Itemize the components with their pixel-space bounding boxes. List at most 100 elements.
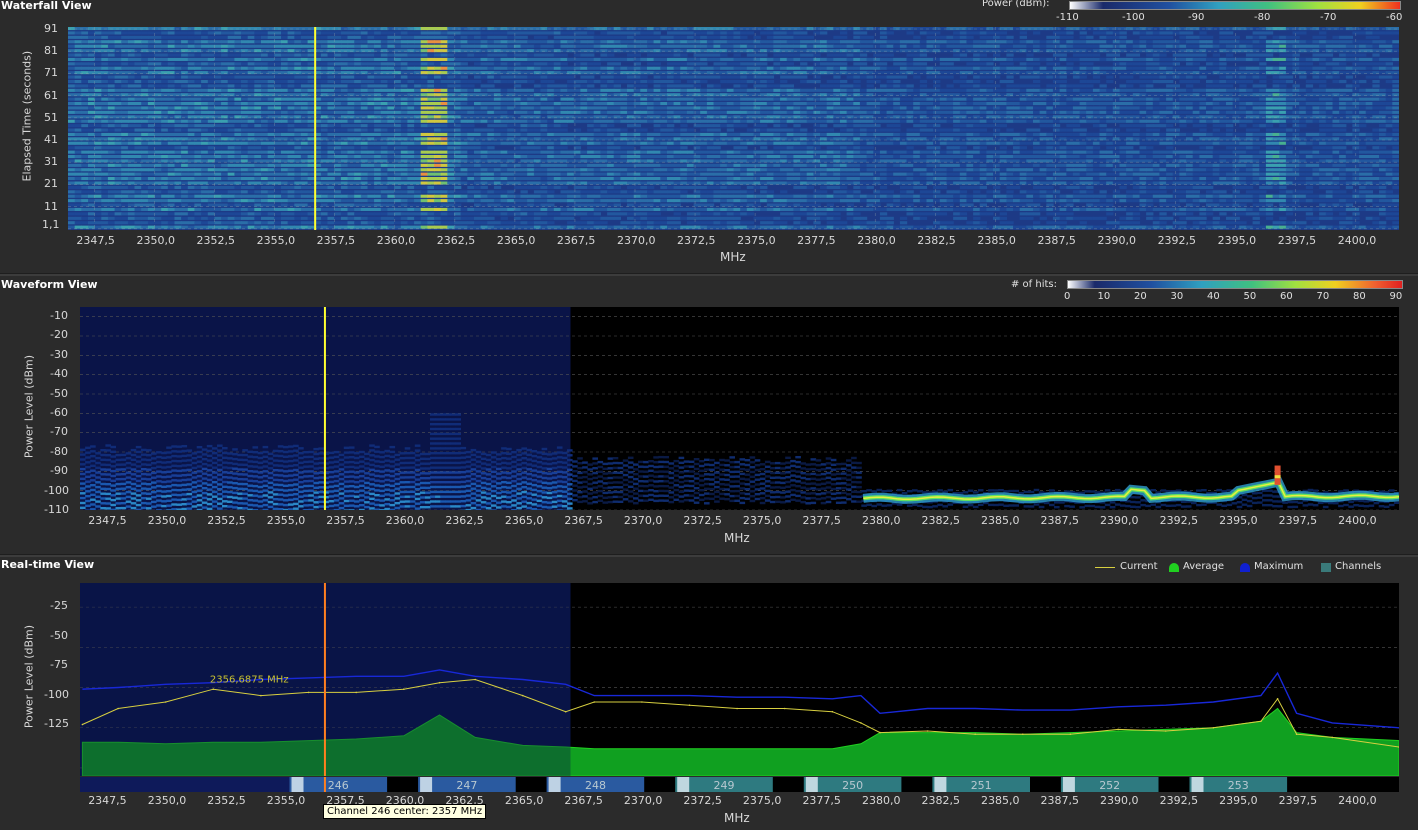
waterfall-cell (374, 62, 382, 66)
waterfall-cell (1179, 57, 1187, 61)
waterfall-cell (94, 110, 102, 114)
waterfall-cell (680, 27, 688, 31)
waterfall-cell (320, 31, 329, 35)
waterfall-cell (500, 40, 508, 44)
waterfall-cell (81, 141, 89, 145)
waterfall-cell (300, 141, 309, 145)
waterfall-cell (474, 31, 482, 35)
waterfall-cell (953, 40, 961, 44)
waterfall-cell (247, 49, 255, 53)
waterfall-cell (593, 141, 601, 145)
waterfall-cell (560, 110, 568, 114)
waterfall-cell (427, 88, 435, 92)
waterfall-cell (1139, 132, 1147, 136)
waterfall-cell (174, 84, 182, 88)
waterfall-cell (640, 44, 648, 48)
waterfall-cell (440, 110, 448, 114)
waterfall-cell (587, 84, 595, 88)
waterfall-cell (640, 80, 648, 84)
waterfall-cell (94, 106, 102, 110)
waterfall-cell (713, 124, 721, 128)
waterfall-cell (274, 62, 282, 66)
waterfall-cell (1325, 71, 1334, 75)
waterfall-cell (1126, 44, 1134, 48)
waterfall-cell (500, 124, 508, 128)
waterfall-cell (474, 80, 482, 84)
waterfall-cell (1285, 57, 1294, 61)
waterfall-cell (866, 141, 874, 145)
waterfall-cell (227, 106, 235, 110)
waterfall-plot[interactable] (68, 27, 1399, 230)
waterfall-cell (1365, 75, 1373, 79)
waterfall-cell (1033, 132, 1041, 136)
waterfall-cell (507, 31, 515, 35)
waterfall-cell (953, 35, 961, 39)
waterfall-cell (1059, 75, 1067, 79)
waterfall-cell (713, 132, 721, 136)
waterfall-cell (281, 110, 289, 114)
waterfall-cell (540, 97, 548, 101)
waterfall-cell (680, 31, 688, 35)
waterfall-cell (340, 35, 349, 39)
waterfall-cell (1152, 44, 1161, 48)
waterfall-cell (780, 128, 788, 132)
waterfall-cell (700, 35, 708, 39)
waterfall-cell (1199, 110, 1207, 114)
waterfall-cell (667, 80, 675, 84)
waterfall-cell (1086, 106, 1094, 110)
waterfall-cell (1285, 88, 1294, 92)
waterfall-cell (347, 71, 355, 75)
waterfall-cell (380, 66, 389, 70)
waterfall-cell (327, 62, 335, 66)
waterfall-cell (127, 128, 136, 132)
waterfall-cell (1072, 49, 1081, 53)
waterfall-cell (833, 75, 841, 79)
waterfall-cell (553, 27, 562, 31)
waterfall-cell (686, 66, 695, 70)
waterfall-cell (1072, 132, 1081, 136)
waterfall-cell (800, 132, 808, 136)
waterfall-cell (587, 35, 595, 39)
waterfall-cell (866, 71, 874, 75)
waterfall-cell (653, 128, 661, 132)
waterfall-cell (806, 40, 814, 44)
waterfall-cell (101, 128, 109, 132)
waterfall-cell (587, 119, 595, 123)
waterfall-cell (1033, 27, 1041, 31)
waterfall-cell (540, 71, 548, 75)
waterfall-cell (1119, 31, 1127, 35)
waterfall-cell (1152, 106, 1161, 110)
waterfall-cell (953, 106, 961, 110)
waterfall-cell (673, 102, 681, 106)
waterfall-cell (460, 102, 468, 106)
waterfall-cell (474, 128, 482, 132)
waterfall-cell (354, 57, 362, 61)
waterfall-cell (926, 132, 934, 136)
waterfall-cell (1226, 128, 1234, 132)
waterfall-cell (593, 80, 601, 84)
waterfall-cell (660, 106, 668, 110)
waterfall-cell (1292, 49, 1300, 53)
waterfall-cell (94, 141, 102, 145)
waterfall-cell (726, 110, 735, 114)
waterfall-cell (407, 110, 415, 114)
waterfall-cell (760, 62, 768, 66)
waterfall-cell (879, 119, 888, 123)
waterfall-cell (859, 53, 868, 57)
waterfall-cell (560, 132, 568, 136)
waterfall-cell (793, 141, 801, 145)
waterfall-cell (1059, 27, 1067, 31)
waterfall-cell (354, 141, 362, 145)
waterfall-cell (1126, 132, 1134, 136)
waterfall-cell (507, 62, 515, 66)
waterfall-cell (227, 71, 235, 75)
waterfall-cell (487, 141, 495, 145)
waterfall-cell (1039, 49, 1047, 53)
waterfall-cell (274, 40, 282, 44)
waterfall-cell (886, 132, 894, 136)
waterfall-cell (201, 132, 209, 136)
waterfall-cell (1186, 97, 1194, 101)
waterfall-cell (487, 132, 495, 136)
waterfall-cell (680, 35, 688, 39)
waterfall-cell (693, 106, 701, 110)
